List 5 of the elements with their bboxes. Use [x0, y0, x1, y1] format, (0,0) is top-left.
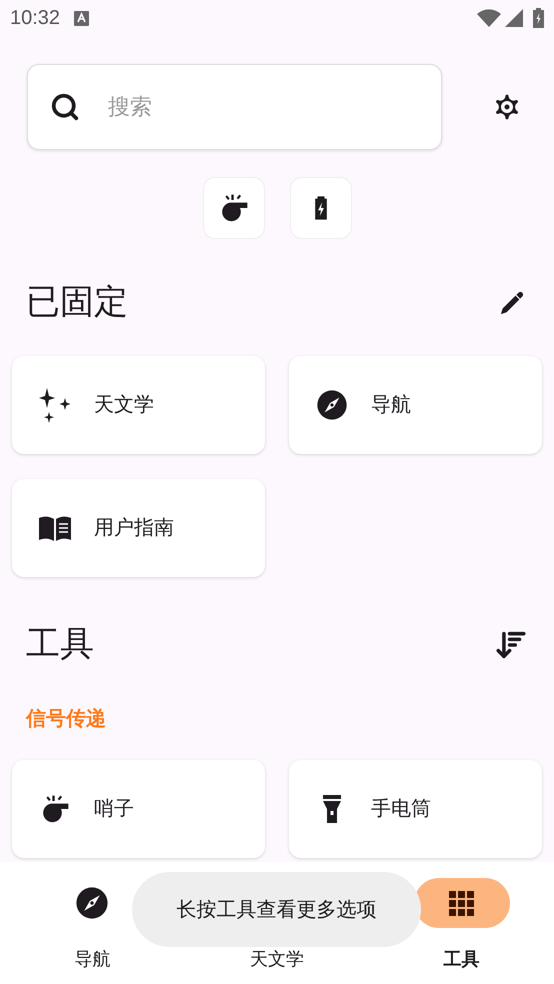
group-title: 信号传递	[24, 706, 107, 732]
section-title: 已固定	[26, 282, 128, 323]
section-title: 工具	[26, 624, 94, 665]
hint-toast: 长按工具查看更多选项	[132, 872, 421, 947]
status-time: 10:32	[10, 6, 60, 31]
